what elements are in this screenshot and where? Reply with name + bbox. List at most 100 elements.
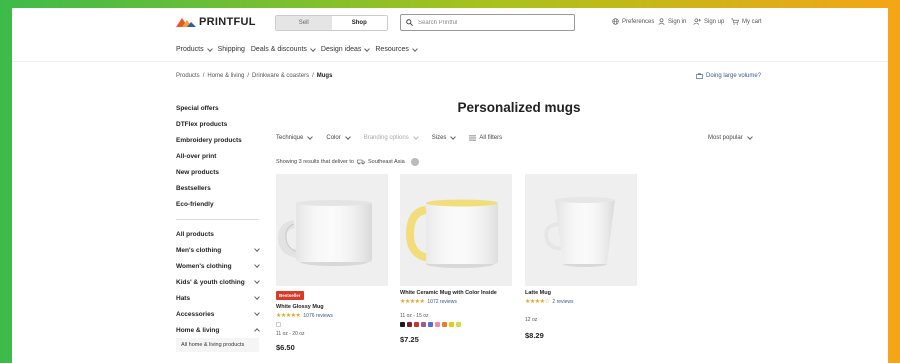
color-swatches	[276, 322, 388, 327]
chevron-down-icon	[206, 45, 213, 52]
main-nav: Products Shipping Deals & discounts Desi…	[176, 45, 418, 53]
product-card[interactable]: Latte Mug ★★★★☆ 2 reviews 12 oz $8.29	[525, 174, 637, 340]
sidebar-item-label: Home & living	[176, 326, 220, 334]
large-volume-link[interactable]: Doing large volume?	[696, 73, 761, 79]
user-icon	[658, 18, 665, 25]
sidebar-item-label: Men's clothing	[176, 246, 222, 254]
filter-bar: Technique Color Branding options Sizes A…	[276, 134, 502, 141]
nav-products[interactable]: Products	[176, 45, 213, 53]
cart-icon	[731, 18, 739, 25]
sidebar-item-label: Accessories	[176, 310, 215, 318]
sidebar-item-new-products[interactable]: New products	[176, 164, 259, 180]
sign-in-link[interactable]: Sign in	[658, 18, 686, 25]
all-filters-button[interactable]: All filters	[469, 135, 502, 141]
color-swatch[interactable]	[407, 322, 412, 327]
nav-label: Resources	[375, 46, 409, 53]
sidebar-item-all-products[interactable]: All products	[176, 226, 259, 242]
sidebar-item-bestsellers[interactable]: Bestsellers	[176, 180, 259, 196]
sidebar-subitem-all-home-living[interactable]: All home & living products	[176, 338, 259, 352]
sidebar-item-mens-clothing[interactable]: Men's clothing	[176, 242, 260, 258]
sidebar-item-eco-friendly[interactable]: Eco-friendly	[176, 196, 259, 212]
product-card[interactable]: White Glossy Mug ★★★★★ 1076 reviews 11 o…	[276, 174, 388, 352]
filter-branding-options[interactable]: Branding options	[364, 134, 419, 141]
sell-tab[interactable]: Sell	[276, 16, 332, 30]
color-swatch[interactable]	[400, 322, 405, 327]
sidebar-item-label: Hats	[176, 294, 191, 302]
filter-color[interactable]: Color	[326, 134, 351, 141]
nav-label: Products	[176, 46, 204, 53]
nav-resources[interactable]: Resources	[375, 45, 418, 53]
shop-tab[interactable]: Shop	[331, 16, 387, 30]
nav-shipping[interactable]: Shipping	[218, 46, 245, 53]
sidebar-item-kids-clothing[interactable]: Kids' & youth clothing	[176, 274, 260, 290]
sidebar-item-all-over-print[interactable]: All-over print	[176, 148, 259, 164]
color-swatch[interactable]	[428, 322, 433, 327]
sidebar-item-label: Kids' & youth clothing	[176, 278, 245, 286]
all-filters-label: All filters	[479, 135, 503, 141]
nav-label: Design ideas	[320, 46, 362, 53]
color-swatch[interactable]	[449, 322, 454, 327]
sell-shop-toggle: Sell Shop	[275, 15, 388, 31]
sidebar-item-womens-clothing[interactable]: Women's clothing	[176, 258, 260, 274]
filter-sizes[interactable]: Sizes	[431, 134, 457, 141]
product-name[interactable]: White Ceramic Mug with Color Inside	[400, 290, 512, 296]
region-link[interactable]: Southeast Asia	[368, 159, 405, 165]
star-icons: ★★★★★	[400, 299, 425, 305]
search-input[interactable]	[418, 19, 558, 26]
sidebar-item-accessories[interactable]: Accessories	[176, 306, 260, 322]
sidebar-item-hats[interactable]: Hats	[176, 290, 260, 306]
nav-design-ideas[interactable]: Design ideas	[320, 45, 371, 53]
search-box	[400, 14, 575, 31]
product-image[interactable]	[525, 174, 637, 286]
color-swatch[interactable]	[435, 322, 440, 327]
logo[interactable]: PRINTFUL	[176, 16, 256, 28]
sidebar-item-home-living[interactable]: Home & living	[176, 322, 260, 338]
sort-dropdown[interactable]: Most popular	[708, 134, 753, 141]
breadcrumb-link[interactable]: Products	[176, 73, 200, 79]
sidebar-item-embroidery[interactable]: Embroidery products	[176, 132, 259, 148]
review-count[interactable]: 1072 reviews	[427, 299, 456, 305]
sidebar-item-label: All products	[176, 230, 214, 238]
product-price: $7.25	[400, 335, 419, 344]
filter-label: Sizes	[431, 135, 447, 141]
color-swatch[interactable]	[276, 322, 281, 327]
breadcrumb-link[interactable]: Drinkware & coasters	[252, 73, 309, 79]
product-name[interactable]: White Glossy Mug	[276, 304, 388, 310]
breadcrumb-link[interactable]: Home & living	[207, 73, 244, 79]
preferences-link[interactable]: Preferences	[612, 18, 654, 25]
star-icons: ★★★★☆	[525, 299, 550, 305]
bestseller-badge: Bestseller	[276, 291, 304, 300]
chevron-down-icon	[310, 45, 316, 52]
logo-text: PRINTFUL	[199, 16, 256, 28]
product-name[interactable]: Latte Mug	[525, 290, 637, 296]
sign-up-link[interactable]: Sign up	[693, 18, 724, 25]
nav-deals[interactable]: Deals & discounts	[251, 45, 316, 53]
color-swatch[interactable]	[421, 322, 426, 327]
sidebar-item-special-offers[interactable]: Special offers	[176, 100, 259, 116]
filter-icon	[469, 135, 477, 141]
product-card[interactable]: White Ceramic Mug with Color Inside ★★★★…	[400, 174, 512, 344]
product-image[interactable]	[400, 174, 512, 286]
search-icon	[406, 19, 413, 26]
filter-technique[interactable]: Technique	[276, 134, 314, 141]
review-count[interactable]: 2 reviews	[552, 299, 573, 305]
chevron-down-icon	[254, 278, 260, 284]
logo-icon	[176, 18, 196, 27]
color-swatch[interactable]	[414, 322, 419, 327]
cart-link[interactable]: My cart	[731, 18, 762, 25]
large-volume-label: Doing large volume?	[706, 73, 762, 79]
sidebar-item-label: Women's clothing	[176, 262, 232, 270]
chevron-down-icon	[254, 310, 260, 316]
info-icon[interactable]	[410, 158, 419, 166]
sidebar-item-dtflex[interactable]: DTFlex products	[176, 116, 259, 132]
mug-image	[277, 200, 372, 266]
product-image[interactable]	[276, 174, 388, 286]
color-swatch[interactable]	[456, 322, 461, 327]
preferences-label: Preferences	[622, 18, 655, 25]
breadcrumb-current: Mugs	[316, 73, 333, 79]
color-swatch[interactable]	[442, 322, 447, 327]
review-count[interactable]: 1076 reviews	[303, 313, 332, 319]
breadcrumb-separator: /	[312, 73, 314, 79]
truck-icon	[357, 159, 365, 165]
nav-label: Shipping	[217, 46, 245, 53]
